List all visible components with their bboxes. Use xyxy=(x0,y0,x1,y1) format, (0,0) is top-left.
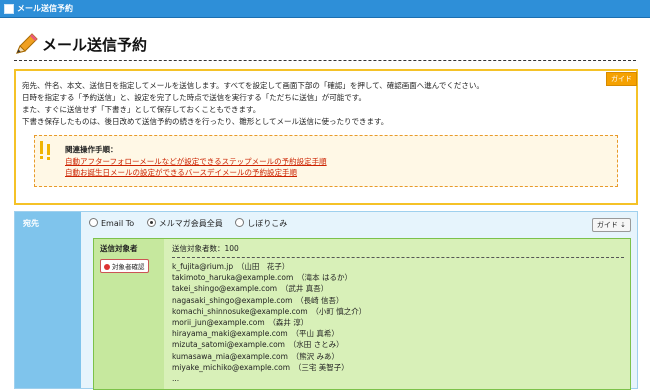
confirm-targets-button[interactable]: 対象者確認 xyxy=(100,259,149,273)
guide-button-label: ガイド xyxy=(596,221,618,229)
recipient-count: 送信対象者数：100 xyxy=(172,244,239,253)
radio-filter[interactable]: しぼりこみ xyxy=(235,218,288,228)
recipient-item: miyake_michiko@example.com （三宅 美智子） xyxy=(172,362,349,372)
radio-label: しぼりこみ xyxy=(247,219,288,228)
arrow-down-icon: ⇣ xyxy=(617,221,626,229)
guide-line: 日時を指定する「予約送信」と、設定を完了した時点で送信を実行する「ただちに送信」… xyxy=(22,93,366,102)
recipient-item: komachi_shinnosuke@example.com （小町 慎之介） xyxy=(172,306,367,316)
recipient-item: hirayama_maki@example.com （平山 真希） xyxy=(172,329,339,339)
guide-line: また、すぐに送信せず「下書き」として保存しておくこともできます。 xyxy=(22,105,261,114)
target-label-cell: 送信対象者 対象者確認 xyxy=(94,239,164,389)
radio-circle[interactable] xyxy=(89,218,98,227)
guide-text: 宛先、件名、本文、送信日を指定してメールを送信します。すべてを設定して画面下部の… xyxy=(22,80,484,128)
guide-panel: ガイド 宛先、件名、本文、送信日を指定してメールを送信します。すべてを設定して画… xyxy=(14,69,638,205)
step-mail-link[interactable]: 自動アフターフォローメールなどが設定できるステップメールの予約設定手順 xyxy=(65,156,327,167)
recipient-item: kumasawa_mia@example.com （熊沢 みあ） xyxy=(172,351,340,361)
recipient-item-more: ... xyxy=(172,374,180,384)
page-title: メール送信予約 xyxy=(42,36,148,54)
address-guide-button[interactable]: ガイド ⇣ xyxy=(591,218,631,232)
pencil-icon xyxy=(16,33,38,54)
target-list: 送信対象者数：100 k_fujita@rium.jp （山田 花子） taki… xyxy=(172,243,624,384)
guide-badge: ガイド xyxy=(606,72,637,86)
confirm-targets-label: 対象者確認 xyxy=(112,263,145,271)
radio-email-to[interactable]: Email To xyxy=(89,218,135,228)
address-section: 宛先 Email To メルマガ会員全員 しぼりこみ ガイド ⇣ 送信対象者 対… xyxy=(14,211,638,390)
recipient-item: takimoto_haruka@example.com （滝本 はるか） xyxy=(172,273,352,283)
recipient-item: takei_shingo@example.com （武井 真吾） xyxy=(172,284,329,294)
refresh-icon xyxy=(104,264,110,270)
address-label: 宛先 xyxy=(23,219,39,228)
address-radio-group: Email To メルマガ会員全員 しぼりこみ xyxy=(89,218,297,229)
guide-line: 宛先、件名、本文、送信日を指定してメールを送信します。すべてを設定して画面下部の… xyxy=(22,81,484,90)
related-procedures-title: 関連操作手順： xyxy=(65,145,118,154)
guide-line: 下書き保存したものは、後日改めて送信予約の続きを行ったり、雛形としてメール送信に… xyxy=(22,117,389,126)
radio-all-members[interactable]: メルマガ会員全員 xyxy=(146,218,223,228)
window-titlebar: メール送信予約 xyxy=(0,0,650,18)
radio-label: メルマガ会員全員 xyxy=(158,219,223,228)
birthday-mail-link[interactable]: 自動お誕生日メールの設定ができるバースデイメールの予約設定手順 xyxy=(65,167,297,178)
radio-circle-selected[interactable] xyxy=(146,218,156,227)
divider xyxy=(172,257,624,258)
radio-label: Email To xyxy=(101,219,135,228)
recipient-item: k_fujita@rium.jp （山田 花子） xyxy=(172,262,290,271)
address-label-cell: 宛先 xyxy=(15,212,81,388)
recipient-item: nagasaki_shingo@example.com （長崎 信吾） xyxy=(172,295,344,305)
window-icon xyxy=(4,4,14,14)
recipient-item: mizuta_satomi@example.com （水田 さとみ） xyxy=(172,340,344,350)
radio-circle[interactable] xyxy=(235,218,245,227)
target-panel: 送信対象者 対象者確認 送信対象者数：100 k_fujita@rium.jp … xyxy=(93,238,631,390)
page-heading: メール送信予約 xyxy=(14,30,636,61)
target-label: 送信対象者 xyxy=(100,244,138,253)
exclamation-icon xyxy=(40,141,50,160)
recipient-item: morii_jun@example.com （森井 淳） xyxy=(172,318,309,328)
window-title: メール送信予約 xyxy=(17,4,73,13)
related-procedures-box: 関連操作手順： 自動アフターフォローメールなどが設定できるステップメールの予約設… xyxy=(34,135,618,187)
